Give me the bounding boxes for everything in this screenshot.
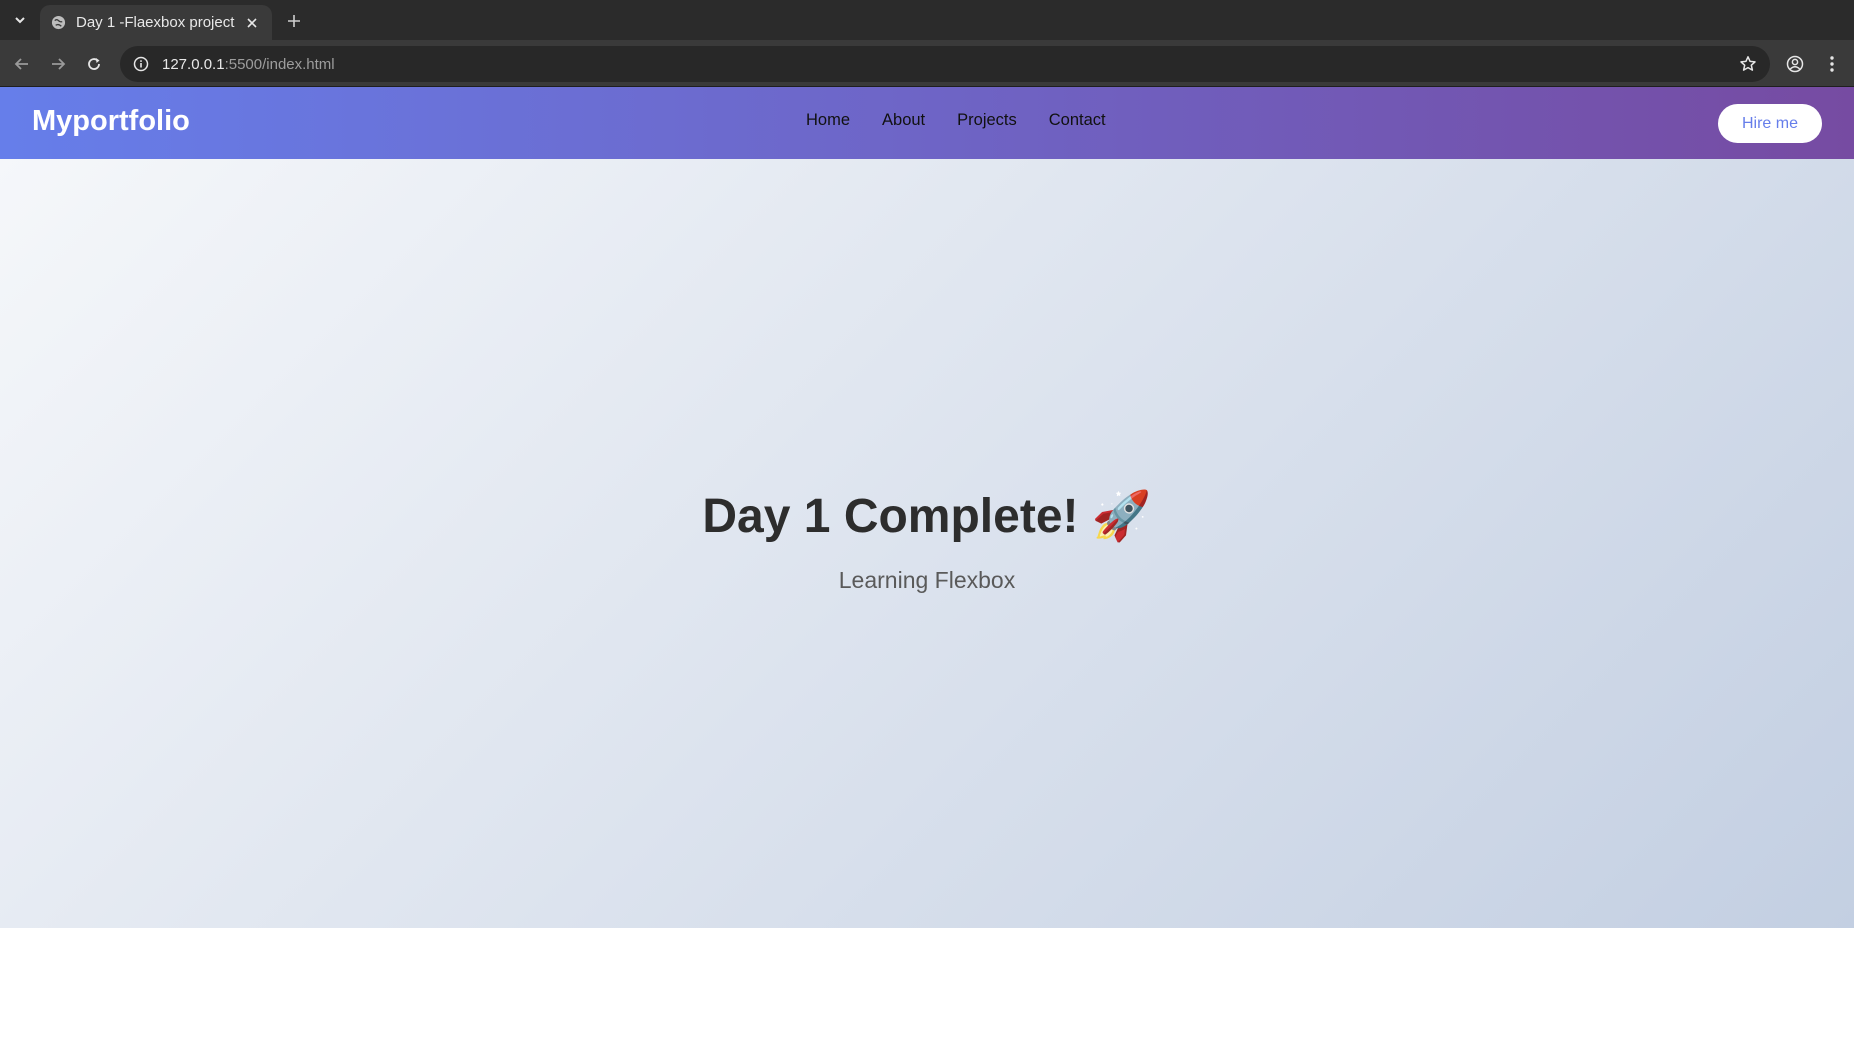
back-button[interactable] [10, 52, 34, 76]
address-bar[interactable]: 127.0.0.1:5500/index.html [120, 46, 1770, 82]
nav-link-contact[interactable]: Contact [1049, 111, 1106, 130]
active-tab[interactable]: Day 1 -Flaexbox project [40, 5, 272, 40]
hero-section: Day 1 Complete! 🚀 Learning Flexbox [0, 159, 1854, 928]
info-icon[interactable] [132, 55, 150, 73]
globe-icon [50, 15, 66, 31]
close-icon[interactable] [242, 13, 262, 33]
site-logo[interactable]: Myportfolio [32, 105, 190, 138]
nav-link-projects[interactable]: Projects [957, 111, 1017, 130]
page-viewport: Myportfolio Home About Projects Contact … [0, 87, 1854, 1048]
url-host: 127.0.0.1 [162, 55, 225, 73]
nav-links: Home About Projects Contact [806, 111, 1106, 130]
tab-list-button[interactable] [6, 8, 34, 32]
tab-strip: Day 1 -Flaexbox project [0, 0, 1854, 40]
profile-button[interactable] [1783, 52, 1807, 76]
reload-button[interactable] [82, 52, 106, 76]
menu-button[interactable] [1820, 52, 1844, 76]
plus-icon [288, 15, 300, 27]
star-icon[interactable] [1738, 54, 1758, 74]
nav-link-about[interactable]: About [882, 111, 925, 130]
profile-icon [1786, 55, 1804, 73]
new-tab-button[interactable] [282, 9, 306, 33]
reload-icon [88, 58, 100, 70]
url-text: 127.0.0.1:5500/index.html [162, 56, 335, 73]
back-arrow-icon [14, 58, 28, 70]
hire-me-button[interactable]: Hire me [1718, 104, 1822, 143]
hero-subtitle: Learning Flexbox [838, 567, 1016, 593]
site-navbar: Myportfolio Home About Projects Contact … [0, 87, 1854, 159]
url-path: :5500/index.html [224, 55, 335, 73]
forward-arrow-icon [52, 58, 66, 70]
forward-button[interactable] [46, 52, 70, 76]
tab-title: Day 1 -Flaexbox project [76, 14, 235, 31]
browser-toolbar: 127.0.0.1:5500/index.html [0, 40, 1854, 87]
more-vertical-icon [1830, 56, 1834, 72]
tab-list-icon [15, 17, 25, 24]
nav-link-home[interactable]: Home [806, 111, 850, 130]
hero-title: Day 1 Complete! 🚀 [702, 490, 1152, 543]
